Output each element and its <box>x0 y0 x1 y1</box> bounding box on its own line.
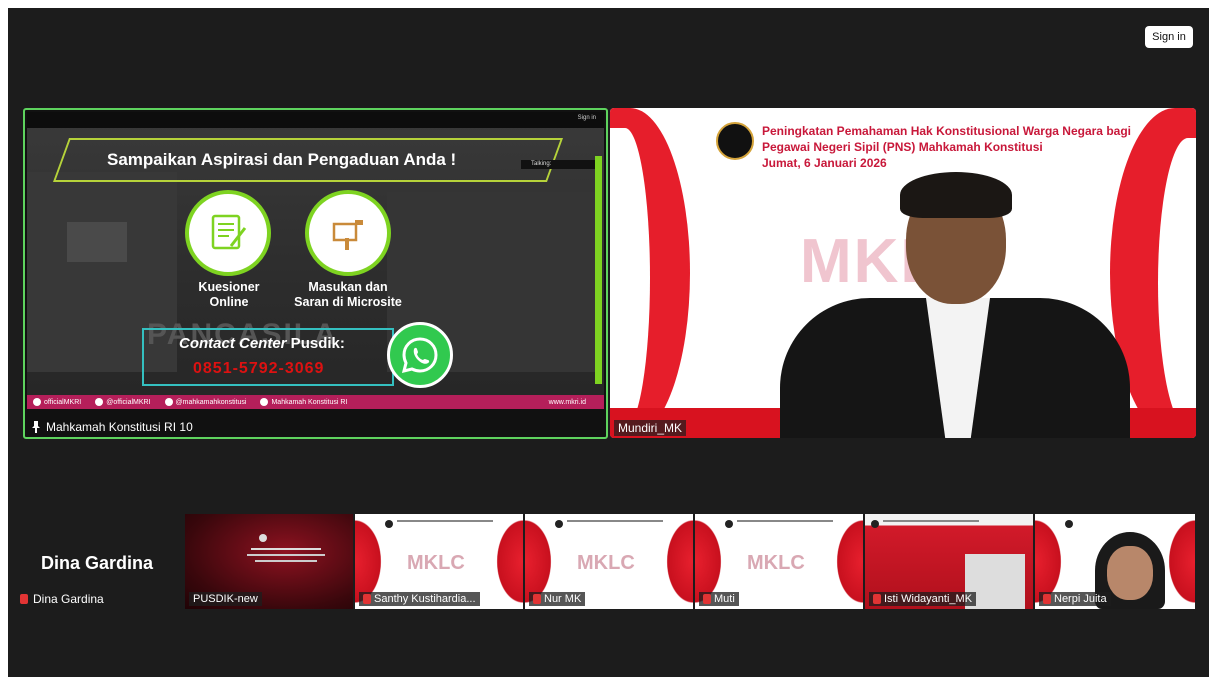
participant-label: Nerpi Juita <box>1039 592 1111 606</box>
option-questionnaire-label: Kuesioner Online <box>179 280 279 310</box>
banner-title: Sampaikan Aspirasi dan Pengaduan Anda ! <box>107 150 457 169</box>
mic-muted-icon <box>363 594 371 604</box>
thumb-logo-icon <box>385 520 393 528</box>
thumb-curtain-right <box>493 514 523 609</box>
social-facebook-label: officialMKRI <box>44 398 82 406</box>
thumb-mklc-watermark: MKLC <box>407 552 465 574</box>
thumb-mklc-watermark: MKLC <box>577 552 635 574</box>
thumb-logo-icon <box>259 534 267 542</box>
shared-screen-top-bar: Sign in <box>27 112 604 128</box>
talking-indicator: Talking: <box>521 160 601 169</box>
facebook-icon <box>33 398 41 406</box>
thumb-logo-icon <box>871 520 879 528</box>
contact-center-title-rest: Pusdik: <box>286 335 345 352</box>
option-questionnaire-line1: Kuesioner <box>198 280 260 294</box>
participant-label-text: Isti Widayanti_MK <box>884 593 973 605</box>
social-media-bar: officialMKRI @officialMKRI @mahkamahkons… <box>27 395 604 409</box>
sign-in-button[interactable]: Sign in <box>1145 26 1193 48</box>
option-microsite-line1: Masukan dan <box>308 280 388 294</box>
participant-label-text: Nerpi Juita <box>1054 593 1107 605</box>
self-view-label: Dina Gardina <box>20 592 104 606</box>
building-window <box>67 222 127 262</box>
speaker-hair <box>900 172 1012 218</box>
participant-label-text: Santhy Kustihardia... <box>374 593 476 605</box>
participant-thumbnail[interactable]: Isti Widayanti_MK <box>865 514 1033 609</box>
participant-thumbnail[interactable]: PUSDIK-new <box>185 514 353 609</box>
participant-name: Mahkamah Konstitusi RI 10 <box>46 420 193 434</box>
twitter-icon <box>95 398 104 406</box>
self-view-name: Dina Gardina <box>41 553 154 573</box>
contact-center-title-italic: Contact Center <box>179 335 287 352</box>
participant-label: PUSDIK-new <box>189 592 262 606</box>
thumb-logo-icon <box>725 520 733 528</box>
participant-thumbnail[interactable]: MKLC Nur MK <box>525 514 693 609</box>
thumb-curtain-right <box>663 514 693 609</box>
social-instagram: @mahkamahkonstitusi <box>164 398 247 406</box>
participant-name-tag: Mahkamah Konstitusi RI 10 <box>31 420 193 434</box>
meeting-window: Sign in Sign in PANCASILA Sampaikan Aspi… <box>8 8 1209 677</box>
pin-icon <box>32 421 40 433</box>
participant-thumbnail[interactable]: MKLC Santhy Kustihardia... <box>355 514 523 609</box>
social-facebook: officialMKRI <box>33 398 81 406</box>
thumb-mklc-watermark: MKLC <box>747 552 805 574</box>
mic-muted-icon <box>873 594 881 604</box>
speaker-video-tile[interactable]: Peningkatan Pemahaman Hak Konstitusional… <box>610 108 1196 438</box>
event-heading-line1: Peningkatan Pemahaman Hak Konstitusional… <box>762 124 1131 138</box>
mic-muted-icon <box>703 594 711 604</box>
thumb-text-line <box>737 520 833 522</box>
contact-center-title: Contact Center Pusdik: <box>179 335 345 352</box>
shared-screen-content: Sign in PANCASILA Sampaikan Aspirasi dan… <box>27 112 604 409</box>
option-microsite-label: Masukan dan Saran di Microsite <box>283 280 413 310</box>
thumb-text-line <box>255 560 317 562</box>
website-label: www.mkri.id <box>548 398 586 406</box>
participant-thumbnail[interactable]: MKLC Muti <box>695 514 863 609</box>
participant-face <box>1107 546 1153 600</box>
participant-label: Nur MK <box>529 592 586 606</box>
mic-muted-icon <box>1043 594 1051 604</box>
accent-bar <box>595 156 602 384</box>
participant-name: Mundiri_MK <box>618 421 683 435</box>
social-twitter-label: @officialMKRI <box>106 398 151 406</box>
thumb-text-line <box>883 520 979 522</box>
social-youtube-label: Mahkamah Konstitusi RI <box>271 398 348 406</box>
participant-label-text: PUSDIK-new <box>193 593 258 605</box>
youtube-icon <box>260 398 269 406</box>
option-questionnaire-line2: Online <box>209 295 249 309</box>
self-view-label-text: Dina Gardina <box>33 592 104 606</box>
instagram-icon <box>164 398 173 406</box>
event-heading-line2: Pegawai Negeri Sipil (PNS) Mahkamah Kons… <box>762 140 1043 154</box>
thumb-curtain-right <box>833 514 863 609</box>
event-heading-date: Jumat, 6 Januari 2026 <box>762 156 887 170</box>
mailbox-icon <box>305 190 391 276</box>
participant-label: Muti <box>699 592 739 606</box>
thumb-logo-icon <box>1065 520 1073 528</box>
participant-label: Isti Widayanti_MK <box>869 592 977 606</box>
institution-logo <box>716 122 754 160</box>
thumb-text-line <box>251 548 321 550</box>
whatsapp-icon <box>387 322 453 388</box>
option-microsite-line2: Saran di Microsite <box>294 295 402 309</box>
social-twitter: @officialMKRI <box>95 398 151 406</box>
participant-thumbnail[interactable]: Nerpi Juita <box>1035 514 1195 609</box>
thumb-text-line <box>247 554 325 556</box>
participant-label-text: Nur MK <box>544 593 582 605</box>
thumb-text-line <box>397 520 493 522</box>
participant-label-text: Muti <box>714 593 735 605</box>
mic-muted-icon <box>533 594 541 604</box>
thumb-curtain-right <box>1165 514 1195 609</box>
social-instagram-label: @mahkamahkonstitusi <box>175 398 247 406</box>
questionnaire-icon <box>185 190 271 276</box>
thumb-text-line <box>567 520 663 522</box>
mic-muted-icon <box>20 594 28 604</box>
thumb-logo-icon <box>555 520 563 528</box>
shared-screen-tile[interactable]: Sign in PANCASILA Sampaikan Aspirasi dan… <box>23 108 608 439</box>
social-youtube: Mahkamah Konstitusi RI <box>260 398 347 406</box>
participant-name-tag: Mundiri_MK <box>614 420 687 436</box>
shared-sign-in-label: Sign in <box>577 115 596 121</box>
contact-center-phone: 0851-5792-3069 <box>193 360 325 377</box>
participant-label: Santhy Kustihardia... <box>359 592 480 606</box>
